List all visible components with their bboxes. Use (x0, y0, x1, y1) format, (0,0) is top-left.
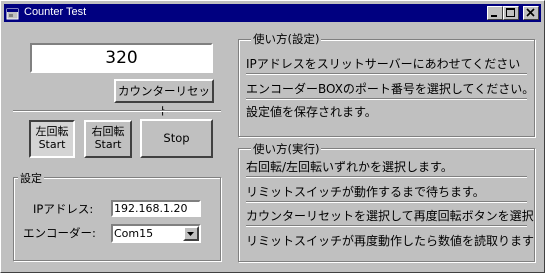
usage-run-lines: 右回転/左回転いずれかを選択します。 リミットスイッチが動作するまで待ちます。 … (238, 148, 535, 262)
usage-settings-line: IPアドレスをスリットサーバーにあわせてください (246, 57, 521, 71)
stop-button[interactable]: Stop (140, 119, 213, 158)
ip-address-field[interactable]: 192.168.1.20 (111, 200, 201, 217)
app-icon (6, 6, 20, 20)
close-button[interactable] (523, 6, 539, 20)
usage-settings-lines: IPアドレスをスリットサーバーにあわせてください エンコーダーBOXのポート番号… (238, 39, 535, 137)
settings-group-label: 設定 (18, 170, 44, 186)
ip-address-value: 192.168.1.20 (114, 202, 188, 215)
maximize-button[interactable] (503, 6, 519, 20)
close-icon (526, 8, 535, 17)
usage-settings-line: エンコーダーBOXのポート番号を選択してください。 (246, 82, 535, 96)
counter-value: 320 (105, 48, 138, 68)
encoder-label: エンコーダー: (23, 226, 96, 240)
minimize-button[interactable] (487, 6, 503, 20)
window-title: Counter Test (24, 6, 87, 18)
right-rotation-start-button[interactable]: 右回転 Start (84, 120, 132, 158)
title-bar[interactable]: Counter Test (4, 4, 541, 22)
usage-run-line: 右回転/左回転いずれかを選択します。 (246, 160, 453, 174)
maximize-icon (506, 8, 515, 17)
left-rotation-start-button[interactable]: 左回転 Start (29, 120, 75, 158)
encoder-dropdown-button[interactable] (183, 226, 199, 241)
usage-settings-line: 設定値を保存されます。 (246, 105, 377, 119)
main-window: Counter Test 320 カウンターリセット 左回転 Start 右回転… (0, 0, 545, 273)
counter-reset-button[interactable]: カウンターリセット (114, 79, 214, 118)
left-rotation-label: 左回転 (35, 125, 69, 138)
encoder-select[interactable]: Com15 (111, 224, 201, 243)
chevron-down-icon (187, 232, 194, 236)
usage-run-line: リミットスイッチが動作するまで待ちます。 (246, 185, 485, 199)
separator (13, 110, 221, 111)
usage-run-line: リミットスイッチが再度動作したら数値を読取ります (246, 234, 535, 248)
counter-display: 320 (30, 43, 213, 73)
right-rotation-label: 右回転 (91, 125, 125, 138)
minimize-icon (491, 15, 497, 17)
settings-group (13, 177, 221, 261)
usage-run-line: カウンターリセットを選択して再度回転ボタンを選択 (246, 209, 534, 223)
ip-address-label: IPアドレス: (33, 202, 94, 216)
left-start-label: Start (38, 138, 66, 151)
right-start-label: Start (94, 138, 122, 151)
